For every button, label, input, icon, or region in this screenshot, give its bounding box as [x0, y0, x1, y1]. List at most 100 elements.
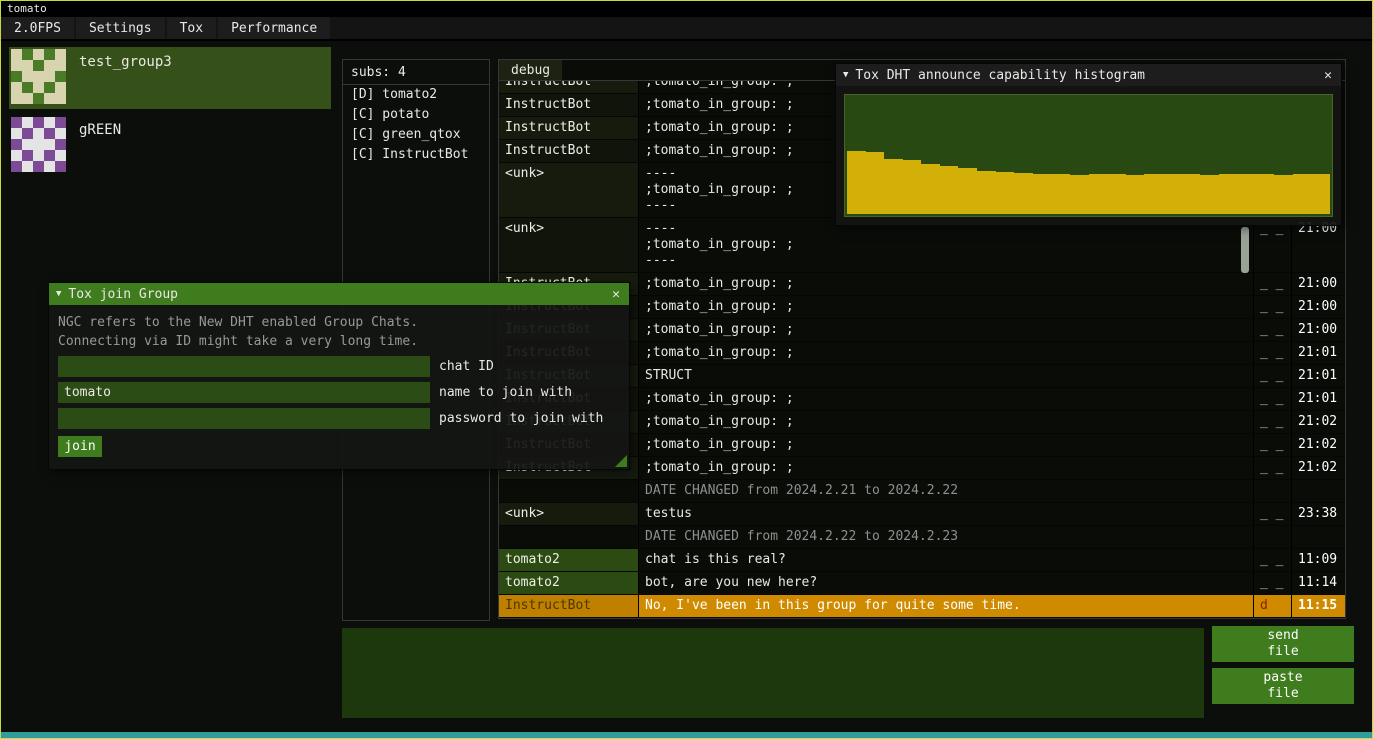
join-name-input[interactable]: [58, 382, 430, 403]
sender-name: <unk>: [499, 163, 639, 217]
dht-histogram-titlebar[interactable]: ▼ Tox DHT announce capability histogram …: [836, 64, 1341, 86]
histogram-bar: [1219, 174, 1238, 214]
join-password-label: password to join with: [439, 411, 603, 426]
dht-histogram-title: Tox DHT announce capability histogram: [855, 68, 1315, 83]
window-titlebar[interactable]: tomato: [1, 1, 1372, 17]
sender-name: InstructBot: [499, 117, 639, 139]
message-marks: _ _: [1253, 365, 1291, 387]
member-item[interactable]: [C] green_qtox: [343, 125, 489, 145]
sender-name: InstructBot: [499, 140, 639, 162]
message-marks: _ _: [1253, 273, 1291, 295]
histogram-bar: [1311, 174, 1330, 214]
histogram-bar: [1256, 174, 1275, 214]
message-marks: _ _: [1253, 342, 1291, 364]
menu-performance[interactable]: Performance: [218, 17, 330, 39]
histogram-bar: [1237, 174, 1256, 214]
histogram-bar: [1107, 174, 1126, 214]
join-group-titlebar[interactable]: ▼ Tox join Group ✕: [49, 283, 629, 305]
collapse-icon[interactable]: ▼: [843, 71, 848, 80]
sender-name: [499, 480, 639, 502]
message-time: [1291, 526, 1345, 548]
close-icon[interactable]: ✕: [610, 287, 622, 302]
histogram-bar: [1200, 175, 1219, 214]
menu-tox[interactable]: Tox: [167, 17, 216, 39]
message-marks: _ _: [1253, 434, 1291, 456]
members-header: subs: 4: [343, 60, 489, 85]
message-row: tomato2bot, are you new here?_ _11:14: [499, 572, 1345, 595]
message-marks: _ _: [1253, 411, 1291, 433]
histogram-bar: [884, 159, 903, 214]
paste-file-button[interactable]: paste file: [1212, 668, 1354, 704]
message-time: 23:38: [1291, 503, 1345, 525]
group-item-gREEN[interactable]: gREEN: [9, 115, 331, 177]
message-time: 21:02: [1291, 434, 1345, 456]
message-text: ;tomato_in_group: ;: [639, 342, 1253, 364]
message-time: 21:00: [1291, 218, 1345, 272]
message-text: bot, are you new here?: [639, 572, 1253, 594]
message-text: ;tomato_in_group: ;: [639, 434, 1253, 456]
histogram-bar: [921, 164, 940, 214]
histogram-bar: [1089, 174, 1108, 214]
message-text: ;tomato_in_group: ;: [639, 319, 1253, 341]
close-icon[interactable]: ✕: [1322, 68, 1334, 83]
member-item[interactable]: [C] potato: [343, 105, 489, 125]
message-marks: _ _: [1253, 572, 1291, 594]
date-separator-row: DATE CHANGED from 2024.2.21 to 2024.2.22: [499, 480, 1345, 503]
message-marks: d: [1253, 595, 1291, 617]
dht-histogram-body: [836, 86, 1341, 225]
message-text: ;tomato_in_group: ;: [639, 411, 1253, 433]
message-row: <unk>testus_ _23:38: [499, 503, 1345, 526]
message-time: [1291, 480, 1345, 502]
join-group-title: Tox join Group: [68, 287, 603, 302]
message-time: 21:02: [1291, 457, 1345, 479]
histogram-bar: [958, 168, 977, 214]
group-avatar: [11, 49, 66, 104]
histogram-bar: [903, 160, 922, 214]
chat-id-label: chat ID: [439, 359, 494, 374]
dht-histogram-plot: [844, 94, 1333, 217]
collapse-icon[interactable]: ▼: [56, 290, 61, 299]
message-text: ;tomato_in_group: ;: [639, 296, 1253, 318]
bottom-strip: [1, 732, 1372, 738]
message-time: 11:14: [1291, 572, 1345, 594]
fps-indicator: 2.0FPS: [1, 17, 74, 39]
group-item-test_group3[interactable]: test_group3: [9, 47, 331, 109]
join-button[interactable]: join: [58, 436, 102, 457]
message-text: STRUCT: [639, 365, 1253, 387]
message-text: ---- ;tomato_in_group: ; ----: [639, 218, 1253, 272]
sender-name: tomato2: [499, 572, 639, 594]
scrollbar-thumb[interactable]: [1241, 227, 1249, 273]
chat-id-input[interactable]: [58, 356, 430, 377]
members-list: [D] tomato2[C] potato[C] green_qtox[C] I…: [343, 85, 489, 165]
message-marks: [1253, 526, 1291, 548]
histogram-bar: [1181, 174, 1200, 214]
message-text: ;tomato_in_group: ;: [639, 273, 1253, 295]
message-row: InstructBotNo, I've been in this group f…: [499, 595, 1345, 618]
histogram-bar: [977, 171, 996, 214]
resize-grip-icon[interactable]: [615, 455, 627, 467]
histogram-bar: [1033, 174, 1052, 214]
message-text: chat is this real?: [639, 549, 1253, 571]
message-time: 21:00: [1291, 296, 1345, 318]
join-password-input[interactable]: [58, 408, 430, 429]
join-hint-line2: Connecting via ID might take a very long…: [58, 332, 620, 351]
message-input[interactable]: [342, 628, 1204, 718]
app-window: tomato 2.0FPS Settings Tox Performance t…: [0, 0, 1373, 739]
member-item[interactable]: [C] InstructBot: [343, 145, 489, 165]
message-row: tomato2chat is this real?_ _11:09: [499, 549, 1345, 572]
sender-name: <unk>: [499, 503, 639, 525]
histogram-bar: [996, 172, 1015, 214]
message-row: <unk>---- ;tomato_in_group: ; ----_ _21:…: [499, 218, 1345, 273]
member-item[interactable]: [D] tomato2: [343, 85, 489, 105]
send-file-button[interactable]: send file: [1212, 626, 1354, 662]
menu-bar: 2.0FPS Settings Tox Performance: [1, 17, 1372, 41]
message-time: 21:02: [1291, 411, 1345, 433]
message-text: DATE CHANGED from 2024.2.21 to 2024.2.22: [639, 480, 1253, 502]
menu-settings[interactable]: Settings: [76, 17, 165, 39]
message-marks: [1253, 480, 1291, 502]
message-time: 21:01: [1291, 388, 1345, 410]
group-avatar: [11, 117, 66, 172]
join-group-window: ▼ Tox join Group ✕ NGC refers to the New…: [49, 283, 629, 469]
tab-debug[interactable]: debug: [499, 60, 562, 80]
message-text: testus: [639, 503, 1253, 525]
